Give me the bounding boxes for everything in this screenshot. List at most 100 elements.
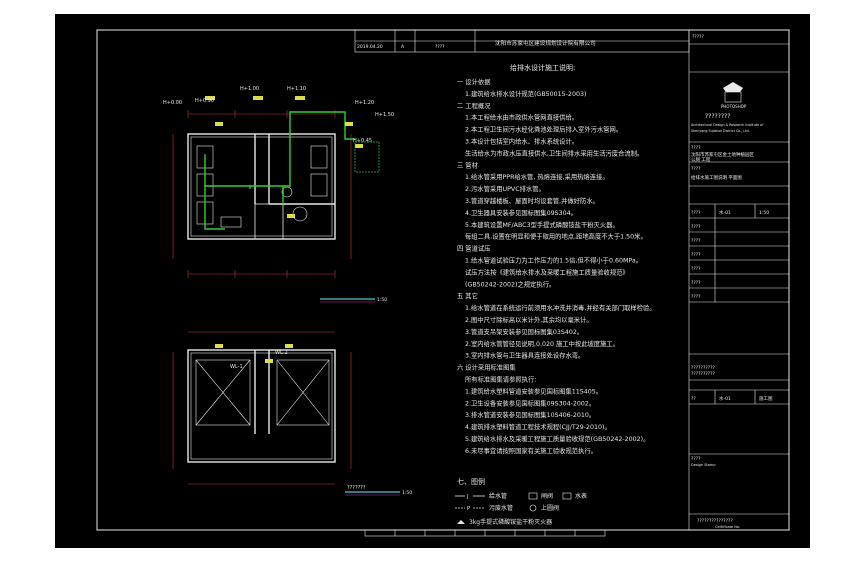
legend-meter-text: 水表 <box>575 492 587 500</box>
tb-row-label: ???? <box>691 238 701 244</box>
title-block-rows: ???? 水-01 1:50???????????????????????? <box>691 209 769 300</box>
tb-row-label: ???? <box>691 280 701 286</box>
lower-roof-hatch <box>195 359 330 426</box>
header-company: 沈阳市苏家屯区建设规划设计院有限公司 <box>495 39 596 47</box>
tb-row-value: 水-01 <box>719 209 731 216</box>
notes-title: 给排水设计施工说明: <box>510 63 575 72</box>
company-en-1: Architectural Design & Research Institut… <box>691 123 764 127</box>
notes-line: 每组二具,设置在明显和便于取用的地点,距地高度不大于1.50米。 <box>465 232 647 241</box>
notes-line: 4.卫生器具安装参见国标图集09S304。 <box>465 208 577 217</box>
svg-text:PHOTOSHOP: PHOTOSHOP <box>721 104 747 109</box>
project-name: 沈阳市苏家屯区金土地种植园区 <box>691 151 754 158</box>
design-notes: 给排水设计施工说明: 一 设计依据 1.建筑给水排水设计规范(GB50015-20… <box>455 63 656 526</box>
notes-line: 5.本建筑设置MF/ABC3型手提式磷酸铵盐干粉灭火器。 <box>465 220 619 229</box>
upper-scale-label: 1:50 <box>377 297 387 303</box>
water-meter-icon <box>562 492 572 500</box>
drawing-sheet: H+0.00 H+0.90 H+1.00 H+1.10 H+1.20 H+1.5… <box>96 29 790 537</box>
tag-h110: H+1.10 <box>287 86 306 92</box>
notes-line: (GB50242-2002)之规定执行。 <box>465 279 555 288</box>
tb-row-label: ???? <box>691 294 701 300</box>
lower-scale-label: 1:50 <box>402 490 412 496</box>
notes-line: 2.图中尺寸除标高以米计外,其余均以毫米计。 <box>465 315 593 324</box>
notes-line: 生活给水为市政水压直接供水,卫生间排水采用生活污废合流制。 <box>465 148 643 157</box>
notes-line: 2.污水管采用UPVC排水管。 <box>465 184 545 193</box>
legend-extinguisher-text: 3kg手提式磷酸铵盐干粉灭火器 <box>469 518 552 526</box>
notes-line: 所有标准图集请参照执行: <box>465 375 536 384</box>
company-name-qmarks: ???????? <box>705 113 730 120</box>
tag-h120: H+1.20 <box>355 100 374 106</box>
notes-line: 4.建筑排水塑料管道工程技术规程(CJJ/T29-2010)。 <box>465 422 611 431</box>
notes-line: 3.管道穿越楼板、屋面时均设套管,并做好防水。 <box>465 196 599 205</box>
notes-line: 1.本工程给水由市政供水管网直接供给。 <box>465 113 578 122</box>
notes-line: 6.未尽事宜请按照国家有关施工验收规范执行。 <box>465 446 597 455</box>
bottom-ruler <box>364 529 606 537</box>
gate-valve-icon <box>528 492 538 500</box>
notes-line: 试压方法按《建筑给水排水及采暖工程施工质量验收规范》 <box>465 267 629 276</box>
extinguisher-icon <box>457 520 465 524</box>
notes-section-heading: 四 管道试压 <box>457 244 491 253</box>
footer-label: ???? <box>691 456 701 462</box>
notes-line: 1.建筑给水塑料管道安装参见国标图集11S405。 <box>465 386 602 395</box>
tag-h000: H+0.00 <box>163 100 182 106</box>
footer-sub: Design Stamp <box>691 463 716 467</box>
water-supply-pipe <box>204 111 355 230</box>
notes-line: 3.管道支吊架安装参见国标图集03S402。 <box>465 327 583 336</box>
bottom-label: ??????????????? <box>697 518 733 524</box>
lower-walls <box>187 349 336 463</box>
header-date: 2019.04.20 <box>357 44 383 50</box>
notes-line: 3.本设计包括室内给水、排水系统设计。 <box>465 137 578 146</box>
tag-wl2: WL-2 <box>275 350 288 356</box>
stage-label: ?? <box>691 396 696 402</box>
tag-h150: H+1.50 <box>375 112 394 118</box>
tag-h045: H+0.45 <box>353 138 372 144</box>
tag-h100: H+1.00 <box>240 86 259 92</box>
notes-section-heading: 二 工程概况 <box>457 101 491 110</box>
mid-label: ?????????? <box>691 365 715 371</box>
notes-line: 1.给水管道试验压力为工作压力的1.5倍,但不得小于0.60MPa。 <box>465 256 642 265</box>
notes-line: 2.卫生设备安装参见国标图集09S304-2002。 <box>465 398 595 407</box>
lower-floor-plan: WL-2 WL-1 ??????? 1:50 <box>172 331 412 496</box>
bottom-sub: Certificate No. <box>715 525 740 529</box>
project-label: ???? <box>691 145 701 151</box>
notes-line: 1.建筑给水排水设计规范(GB50015-2003) <box>465 89 586 98</box>
drawing-label: ???? <box>691 166 701 172</box>
company-logo: PHOTOSHOP <box>721 82 747 109</box>
tb-row-label: ???? <box>691 210 701 216</box>
legend-drain-text: 污废水管 <box>489 504 513 512</box>
notes-lines: 一 设计依据 1.建筑给水排水设计规范(GB50015-2003) 二 工程概况 1.… <box>457 77 656 455</box>
legend-p-label: P <box>467 506 470 512</box>
sheet-border <box>96 29 790 531</box>
notes-section-heading: 五 其它 <box>457 291 478 300</box>
notes-line: 3.室内排水管与卫生器具连接处设存水弯。 <box>465 351 584 360</box>
tb-top-label: ????? <box>692 34 705 40</box>
upper-pipe-tags <box>205 96 363 218</box>
legend-round-valve-text: 上圆阀 <box>541 504 559 512</box>
upper-floor-plan: H+0.00 H+0.90 H+1.00 H+1.10 H+1.20 H+1.5… <box>163 86 394 303</box>
tb-row-label: ???? <box>691 266 701 272</box>
stage-number: 水-01 <box>719 395 731 402</box>
cad-viewport[interactable]: H+0.00 H+0.90 H+1.00 H+1.10 H+1.20 H+1.5… <box>55 14 810 548</box>
upper-dimension-lines <box>172 110 352 278</box>
legend-j-label: J <box>466 494 468 500</box>
upper-elevation-tags: H+0.00 H+0.90 H+1.00 H+1.10 H+1.20 H+1.5… <box>163 86 394 144</box>
notes-line: 2.本工程卫生间污水经化粪池处理后排入室外污水管网。 <box>465 125 622 134</box>
header-rev: A <box>401 44 405 50</box>
notes-line: 1.给水管采用PPR给水管, 热熔连接,采用热熔连接。 <box>465 172 609 181</box>
project-sub: 公厕 工程 <box>691 156 711 163</box>
drawing-name: 给排水施工图说明 平面图 <box>691 174 742 181</box>
tb-row-label: ???? <box>691 252 701 258</box>
round-valve-icon <box>529 504 537 512</box>
notes-line: 2.室内给水管管径见说明,0.020 施工中按此坡度施工。 <box>465 339 619 348</box>
legend-gate-valve-text: 闸阀 <box>541 492 553 500</box>
lower-plan-title: ??????? <box>347 485 366 491</box>
stage-phase: 施工图 <box>759 395 773 402</box>
legend-supply-text: 给水管 <box>489 492 507 500</box>
legend: J 给水管 P 污废水管 闸阀 水表 上圆阀 3kg手提式磷酸铵盐干粉灭火器 <box>455 492 587 526</box>
tag-wl1: WL-1 <box>230 364 243 370</box>
notes-line: 3.排水管道安装参见国标图集10S406-2010。 <box>465 410 595 419</box>
legend-title: 七、图例 <box>457 477 485 486</box>
lower-dimension-lines <box>172 331 352 485</box>
mid-qmarks: ?????????? <box>691 371 715 377</box>
tb-row-label: ???? <box>691 224 701 230</box>
notes-line: 5.建筑给水排水及采暖工程施工质量验收规范(GB50242-2002)。 <box>465 434 649 443</box>
